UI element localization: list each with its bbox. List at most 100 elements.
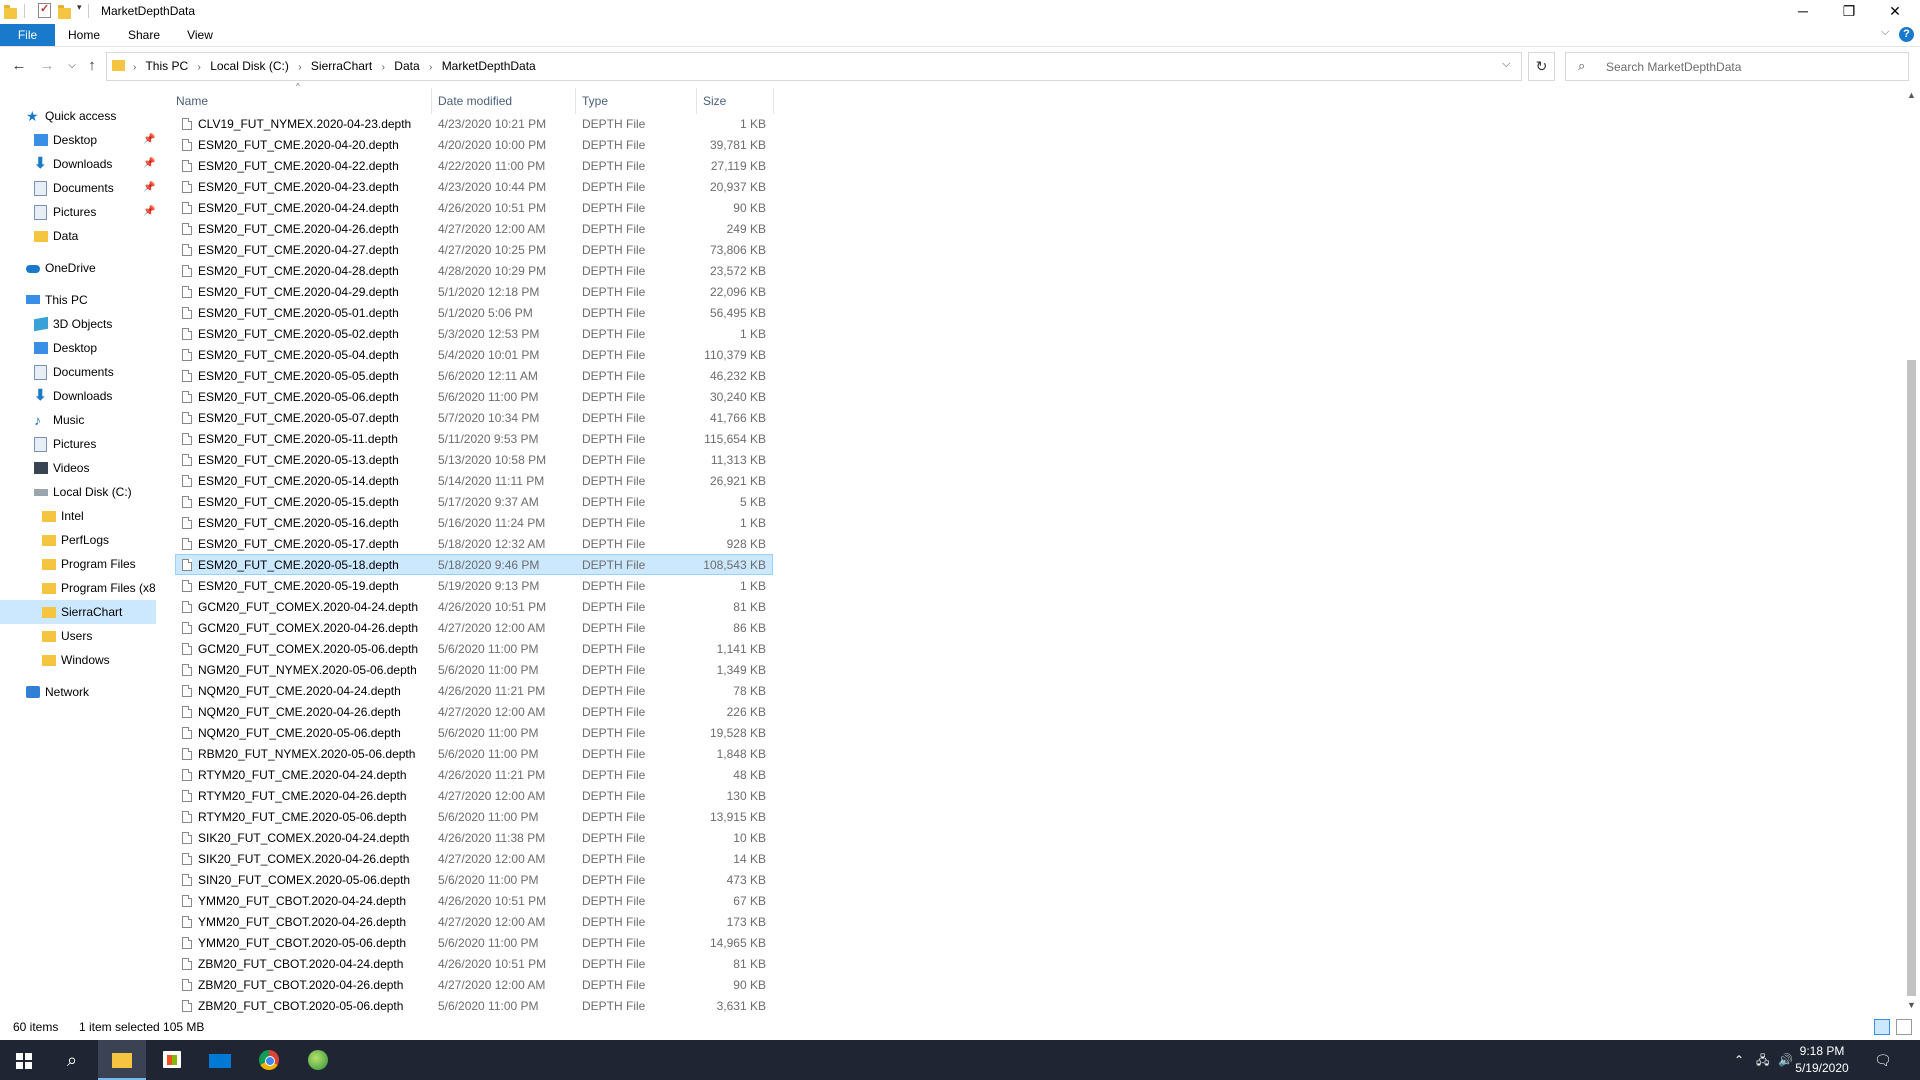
file-row[interactable]: ESM20_FUT_CME.2020-04-27.depth 4/27/2020 … <box>175 239 773 260</box>
file-row[interactable]: ESM20_FUT_CME.2020-05-04.depth 5/4/2020 1… <box>175 344 773 365</box>
breadcrumb-separator[interactable]: › <box>429 62 432 73</box>
tab-file[interactable]: File <box>0 24 55 46</box>
new-folder-icon[interactable] <box>58 5 71 19</box>
maximize-button[interactable]: ❐ <box>1826 0 1872 22</box>
nav-item-users[interactable]: Users <box>0 624 156 648</box>
file-row[interactable]: NQM20_FUT_CME.2020-05-06.depth 5/6/2020 1… <box>175 722 773 743</box>
file-row[interactable]: ESM20_FUT_CME.2020-04-24.depth 4/26/2020 … <box>175 197 773 218</box>
notification-icon[interactable]: 🗨 <box>1874 1040 1892 1080</box>
breadcrumb-data[interactable]: Data <box>394 59 419 73</box>
file-row[interactable]: ESM20_FUT_CME.2020-05-06.depth 5/6/2020 1… <box>175 386 773 407</box>
search-box[interactable]: ⌕ Search MarketDepthData <box>1565 52 1909 81</box>
nav-item-documents[interactable]: Documents 📌 <box>0 176 156 200</box>
file-row[interactable]: ESM20_FUT_CME.2020-04-29.depth 5/1/2020 1… <box>175 281 773 302</box>
nav-item-intel[interactable]: Intel <box>0 504 156 528</box>
file-row[interactable]: ESM20_FUT_CME.2020-05-11.depth 5/11/2020 … <box>175 428 773 449</box>
nav-item-onedrive[interactable]: OneDrive <box>0 256 156 280</box>
file-row[interactable]: NQM20_FUT_CME.2020-04-26.depth 4/27/2020 … <box>175 701 773 722</box>
scrollbar-thumb[interactable] <box>1907 360 1916 996</box>
file-row[interactable]: ESM20_FUT_CME.2020-05-16.depth 5/16/2020 … <box>175 512 773 533</box>
help-icon[interactable]: ? <box>1899 27 1914 42</box>
chrome-taskbar-button[interactable] <box>245 1040 293 1080</box>
nav-item-windows[interactable]: Windows <box>0 648 156 672</box>
close-button[interactable]: ✕ <box>1872 0 1918 22</box>
file-row[interactable]: ESM20_FUT_CME.2020-05-13.depth 5/13/2020 … <box>175 449 773 470</box>
search-taskbar-button[interactable]: ⌕ <box>48 1040 96 1080</box>
nav-item-desktop[interactable]: Desktop 📌 <box>0 128 156 152</box>
nav-item-perflogs[interactable]: PerfLogs <box>0 528 156 552</box>
clock[interactable]: 9:18 PM 5/19/2020 <box>1794 1043 1850 1077</box>
file-row[interactable]: NQM20_FUT_CME.2020-04-24.depth 4/26/2020 … <box>175 680 773 701</box>
file-row[interactable]: GCM20_FUT_COMEX.2020-05-06.depth 5/6/2020… <box>175 638 773 659</box>
file-row[interactable]: ESM20_FUT_CME.2020-04-22.depth 4/22/2020 … <box>175 155 773 176</box>
file-row[interactable]: ESM20_FUT_CME.2020-04-26.depth 4/27/2020 … <box>175 218 773 239</box>
file-row[interactable]: ZBM20_FUT_CBOT.2020-04-26.depth 4/27/2020… <box>175 974 773 995</box>
file-row[interactable]: ESM20_FUT_CME.2020-05-14.depth 5/14/2020 … <box>175 470 773 491</box>
volume-icon[interactable]: 🔊 <box>1778 1040 1793 1080</box>
file-row[interactable]: ESM20_FUT_CME.2020-04-20.depth 4/20/2020 … <box>175 134 773 155</box>
scroll-up-icon[interactable]: ▲ <box>1903 90 1920 100</box>
file-row[interactable]: ZBM20_FUT_CBOT.2020-04-24.depth 4/26/2020… <box>175 953 773 974</box>
up-button[interactable]: ↑ <box>82 56 102 76</box>
nav-item-quick-access[interactable]: ★ Quick access <box>0 104 156 128</box>
file-row[interactable]: YMM20_FUT_CBOT.2020-05-06.depth 5/6/2020 … <box>175 932 773 953</box>
nav-item-documents[interactable]: Documents <box>0 360 156 384</box>
store-taskbar-button[interactable] <box>148 1040 196 1080</box>
tray-overflow-icon[interactable]: ⌃ <box>1734 1040 1744 1080</box>
file-row[interactable]: YMM20_FUT_CBOT.2020-04-24.depth 4/26/2020… <box>175 890 773 911</box>
nav-item-music[interactable]: ♪ Music <box>0 408 156 432</box>
file-row[interactable]: ESM20_FUT_CME.2020-05-19.depth 5/19/2020 … <box>175 575 773 596</box>
breadcrumb-separator[interactable]: › <box>198 62 201 73</box>
address-bar[interactable]: › This PC › Local Disk (C:) › SierraChar… <box>106 52 1522 81</box>
large-icons-view-icon[interactable] <box>1896 1019 1912 1035</box>
file-row[interactable]: ESM20_FUT_CME.2020-05-17.depth 5/18/2020 … <box>175 533 773 554</box>
file-row[interactable]: CLV19_FUT_NYMEX.2020-04-23.depth 4/23/202… <box>175 113 773 134</box>
chevron-down-icon[interactable]: ⌵ <box>1502 58 1510 71</box>
customize-toolbar-icon[interactable]: ▾ <box>77 2 82 13</box>
nav-item-program-files[interactable]: Program Files <box>0 552 156 576</box>
file-row[interactable]: YMM20_FUT_CBOT.2020-04-26.depth 4/27/2020… <box>175 911 773 932</box>
file-row[interactable]: GCM20_FUT_COMEX.2020-04-24.depth 4/26/202… <box>175 596 773 617</box>
nav-item-local-disk-c[interactable]: Local Disk (C:) <box>0 480 156 504</box>
nav-item-data[interactable]: Data <box>0 224 156 248</box>
column-header-size[interactable]: Size <box>697 88 774 114</box>
expand-ribbon-icon[interactable]: ⌵ <box>1881 26 1889 39</box>
search-input[interactable]: Search MarketDepthData <box>1606 60 1741 74</box>
nav-item-downloads[interactable]: ⬇ Downloads <box>0 384 156 408</box>
breadcrumb-marketdepthdata[interactable]: MarketDepthData <box>442 59 536 73</box>
breadcrumb-separator[interactable]: › <box>298 62 301 73</box>
properties-icon[interactable] <box>38 2 51 18</box>
forward-button[interactable]: → <box>37 56 57 76</box>
recent-locations-button[interactable]: ⌵ <box>62 56 82 76</box>
file-row[interactable]: ZBM20_FUT_CBOT.2020-05-06.depth 5/6/2020 … <box>175 995 773 1016</box>
nav-item-pictures[interactable]: Pictures 📌 <box>0 200 156 224</box>
details-view-icon[interactable] <box>1874 1019 1890 1035</box>
nav-item-downloads[interactable]: ⬇ Downloads 📌 <box>0 152 156 176</box>
vertical-scrollbar[interactable]: ▲ ▼ <box>1903 88 1920 1016</box>
column-header-type[interactable]: Type <box>576 88 697 114</box>
file-row[interactable]: ESM20_FUT_CME.2020-05-01.depth 5/1/2020 5… <box>175 302 773 323</box>
breadcrumb-local-disk[interactable]: Local Disk (C:) <box>210 59 289 73</box>
nav-item-videos[interactable]: Videos <box>0 456 156 480</box>
breadcrumb-sierrachart[interactable]: SierraChart <box>311 59 372 73</box>
file-row[interactable]: RBM20_FUT_NYMEX.2020-05-06.depth 5/6/2020… <box>175 743 773 764</box>
file-row[interactable]: SIK20_FUT_COMEX.2020-04-26.depth 4/27/202… <box>175 848 773 869</box>
tab-home[interactable]: Home <box>62 24 106 46</box>
nav-item-3d-objects[interactable]: 3D Objects <box>0 312 156 336</box>
file-row[interactable]: RTYM20_FUT_CME.2020-04-26.depth 4/27/2020… <box>175 785 773 806</box>
column-header-date-modified[interactable]: Date modified <box>432 88 576 114</box>
nav-item-this-pc[interactable]: This PC <box>0 288 156 312</box>
refresh-button[interactable]: ↻ <box>1528 52 1555 81</box>
scroll-down-icon[interactable]: ▼ <box>1903 1000 1920 1010</box>
file-row[interactable]: RTYM20_FUT_CME.2020-05-06.depth 5/6/2020 … <box>175 806 773 827</box>
nav-item-sierrachart[interactable]: SierraChart <box>0 600 156 624</box>
mail-taskbar-button[interactable] <box>196 1040 244 1080</box>
file-row[interactable]: RTYM20_FUT_CME.2020-04-24.depth 4/26/2020… <box>175 764 773 785</box>
file-row[interactable]: GCM20_FUT_COMEX.2020-04-26.depth 4/27/202… <box>175 617 773 638</box>
file-row[interactable]: ESM20_FUT_CME.2020-05-02.depth 5/3/2020 1… <box>175 323 773 344</box>
minimize-button[interactable]: ─ <box>1780 0 1826 22</box>
file-row[interactable]: SIK20_FUT_COMEX.2020-04-24.depth 4/26/202… <box>175 827 773 848</box>
breadcrumb-separator[interactable]: › <box>382 62 385 73</box>
breadcrumb-this-pc[interactable]: This PC <box>145 59 188 73</box>
nav-item-desktop[interactable]: Desktop <box>0 336 156 360</box>
